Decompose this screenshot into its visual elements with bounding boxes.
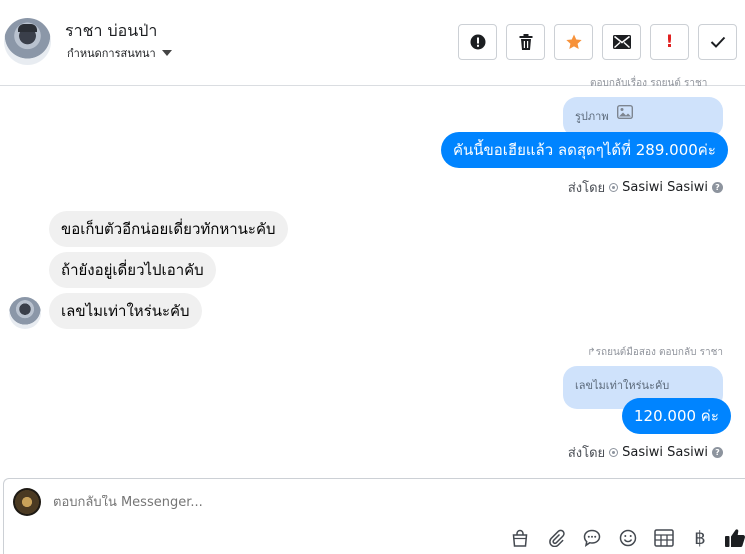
- paperclip-icon: [549, 529, 565, 547]
- sent-by-line: ส่งโดย Sasiwi Sasiwi ?: [568, 177, 723, 198]
- conversation-schedule-dropdown[interactable]: กำหนดการสนทนา: [67, 44, 172, 62]
- report-icon: [470, 34, 485, 50]
- contact-avatar-small[interactable]: [9, 297, 41, 329]
- mark-unread-button[interactable]: [602, 24, 641, 60]
- help-icon[interactable]: ?: [712, 182, 723, 193]
- like-icon: [725, 529, 745, 547]
- table-button[interactable]: [653, 527, 675, 549]
- reply-input[interactable]: [53, 495, 453, 510]
- trash-icon: [519, 34, 532, 50]
- like-button[interactable]: [724, 527, 745, 549]
- caret-down-icon: [161, 50, 172, 56]
- exclamation-icon: !: [665, 32, 674, 52]
- saved-reply-icon: [583, 529, 601, 547]
- reply-context-note: ตอบกลับเรื่อง รถยนต์ ราชา: [590, 78, 708, 89]
- shopping-bag-button[interactable]: [509, 527, 531, 549]
- sent-by-label: ส่งโดย: [567, 446, 606, 461]
- check-icon: [710, 36, 725, 48]
- contact-avatar[interactable]: [4, 18, 51, 65]
- incoming-message[interactable]: ขอเก็บตัวอีกน่อยเดี่ยวทักหานะคับ: [49, 211, 288, 247]
- sender-name[interactable]: Sasiwi Sasiwi: [622, 180, 708, 195]
- baht-icon: ฿: [694, 527, 706, 549]
- payment-button[interactable]: ฿: [689, 527, 711, 549]
- reply-arrow-icon: ↱: [587, 347, 596, 358]
- mail-icon: [612, 35, 631, 49]
- emoji-button[interactable]: [617, 527, 639, 549]
- shopping-bag-icon: [512, 529, 528, 547]
- page-icon: [609, 183, 619, 192]
- page-avatar: [13, 488, 41, 516]
- help-icon[interactable]: ?: [712, 447, 723, 458]
- sent-by-line: ส่งโดย Sasiwi Sasiwi ?: [568, 442, 723, 463]
- reply-context-note: ↱รถยนต์มือสอง ตอบกลับ ราชา: [587, 347, 723, 358]
- emoji-icon: [619, 529, 637, 547]
- conversation-header: ราชา บ่อนป่า กำหนดการสนทนา !: [0, 0, 745, 86]
- delete-button[interactable]: [506, 24, 545, 60]
- message-composer: ฿: [3, 478, 745, 554]
- sender-name[interactable]: Sasiwi Sasiwi: [622, 445, 708, 460]
- quoted-photo-label: รูปภาพ: [575, 110, 609, 123]
- spam-button[interactable]: !: [650, 24, 689, 60]
- conversation-schedule-label: กำหนดการสนทนา: [67, 47, 156, 60]
- saved-reply-button[interactable]: [581, 527, 603, 549]
- quoted-photo-message[interactable]: รูปภาพ: [563, 97, 723, 137]
- image-icon: [616, 105, 633, 119]
- page-icon: [609, 448, 619, 457]
- outgoing-message[interactable]: คันนี้ขอเฮียแล้ว ลดสุดๆได้ที่ 289.000ค่ะ: [441, 132, 728, 168]
- outgoing-message[interactable]: 120.000 ค่ะ: [622, 398, 731, 434]
- incoming-message[interactable]: เลขไมเท่าใหร่นะคับ: [49, 293, 202, 329]
- contact-name[interactable]: ราชา บ่อนป่า: [65, 19, 157, 44]
- sent-by-label: ส่งโดย: [567, 181, 606, 196]
- report-button[interactable]: [458, 24, 497, 60]
- attach-button[interactable]: [545, 527, 567, 549]
- mark-done-button[interactable]: [698, 24, 737, 60]
- table-icon: [654, 529, 674, 547]
- star-button[interactable]: [554, 24, 593, 60]
- star-icon: [565, 34, 582, 50]
- incoming-message[interactable]: ถ้ายังอยู่เดี่ยวไปเอาคับ: [49, 252, 216, 288]
- quoted-message-text: เลขไมเท่าใหร่นะคับ: [575, 379, 670, 392]
